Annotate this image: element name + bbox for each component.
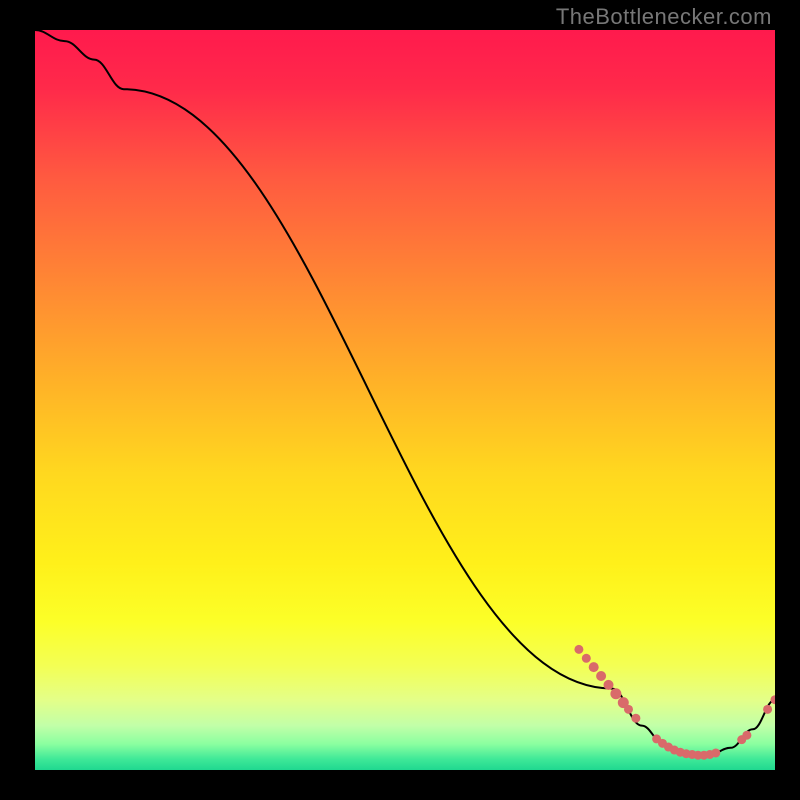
data-marker [631,714,640,723]
data-marker [742,731,751,740]
data-marker [711,748,720,757]
data-marker [582,654,591,663]
chart-svg [35,30,775,770]
plot-area [35,30,775,770]
data-marker [589,662,599,672]
data-marker [596,671,606,681]
gradient-background [35,30,775,770]
data-marker [763,705,772,714]
data-marker [610,688,621,699]
attribution-label: TheBottlenecker.com [556,4,772,30]
chart-frame: TheBottlenecker.com [0,0,800,800]
data-marker [604,680,614,690]
data-marker [574,645,583,654]
data-marker [624,705,633,714]
